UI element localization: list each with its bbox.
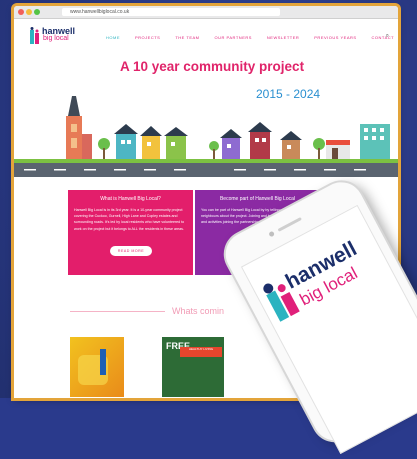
logo-text-big-local: big local bbox=[43, 35, 69, 42]
card-what-is-text: Hanwell Big Local is in its 3rd year. It… bbox=[74, 208, 185, 231]
event-thumbnail-1[interactable] bbox=[70, 337, 124, 397]
maximize-dot-icon[interactable] bbox=[34, 9, 40, 15]
church-icon bbox=[66, 96, 92, 161]
phone-screen: hanwell big local bbox=[240, 204, 417, 454]
speaker-icon bbox=[277, 216, 302, 232]
site-logo[interactable]: hanwell big local bbox=[30, 26, 75, 46]
paint-photo-icon bbox=[78, 349, 108, 385]
address-bar[interactable]: www.hanwellbiglocal.co.uk bbox=[62, 8, 280, 16]
whats-coming-heading: Whats comin bbox=[172, 306, 225, 316]
nav-previous-years[interactable]: PREVIOUS YEARS bbox=[314, 35, 356, 40]
nav-contact[interactable]: CONTACT bbox=[372, 35, 395, 40]
house-yellow-icon bbox=[140, 126, 162, 160]
nav-the-team[interactable]: THE TEAM bbox=[175, 35, 199, 40]
nav-our-partners[interactable]: OUR PARTNERS bbox=[215, 35, 252, 40]
main-menu: HOME PROJECTS THE TEAM OUR PARTNERS NEWS… bbox=[106, 35, 394, 40]
minimize-dot-icon[interactable] bbox=[26, 9, 32, 15]
house-teal-icon bbox=[114, 124, 138, 160]
house-green-icon bbox=[164, 127, 188, 160]
nav-projects[interactable]: PROJECTS bbox=[135, 35, 160, 40]
card-what-is-title: What is Hanwell Big Local? bbox=[100, 196, 161, 202]
nav-home[interactable]: HOME bbox=[106, 35, 120, 40]
house-brown-icon bbox=[280, 131, 302, 160]
close-dot-icon[interactable] bbox=[18, 9, 24, 15]
card-what-is: What is Hanwell Big Local? Hanwell Big L… bbox=[68, 190, 193, 275]
nav-newsletter[interactable]: NEWSLETTER bbox=[267, 35, 299, 40]
hero-headline: A 10 year community project bbox=[120, 59, 305, 74]
event-banner: HEALTHY LIVING bbox=[180, 347, 222, 357]
site-header: hanwell big local HOME PROJECTS THE TEAM… bbox=[14, 19, 398, 51]
town-illustration bbox=[14, 96, 398, 177]
camera-icon bbox=[268, 230, 276, 238]
house-purple-icon bbox=[220, 129, 242, 160]
shop-icon bbox=[326, 140, 350, 160]
search-icon[interactable]: ⌕ bbox=[386, 33, 389, 40]
house-red-icon bbox=[248, 122, 272, 160]
read-more-button[interactable]: READ MORE bbox=[110, 246, 152, 256]
event-thumbnail-2[interactable]: FREE HEALTHY LIVING bbox=[162, 337, 224, 397]
browser-chrome: www.hanwellbiglocal.co.uk bbox=[14, 6, 398, 19]
section-divider bbox=[70, 311, 165, 312]
